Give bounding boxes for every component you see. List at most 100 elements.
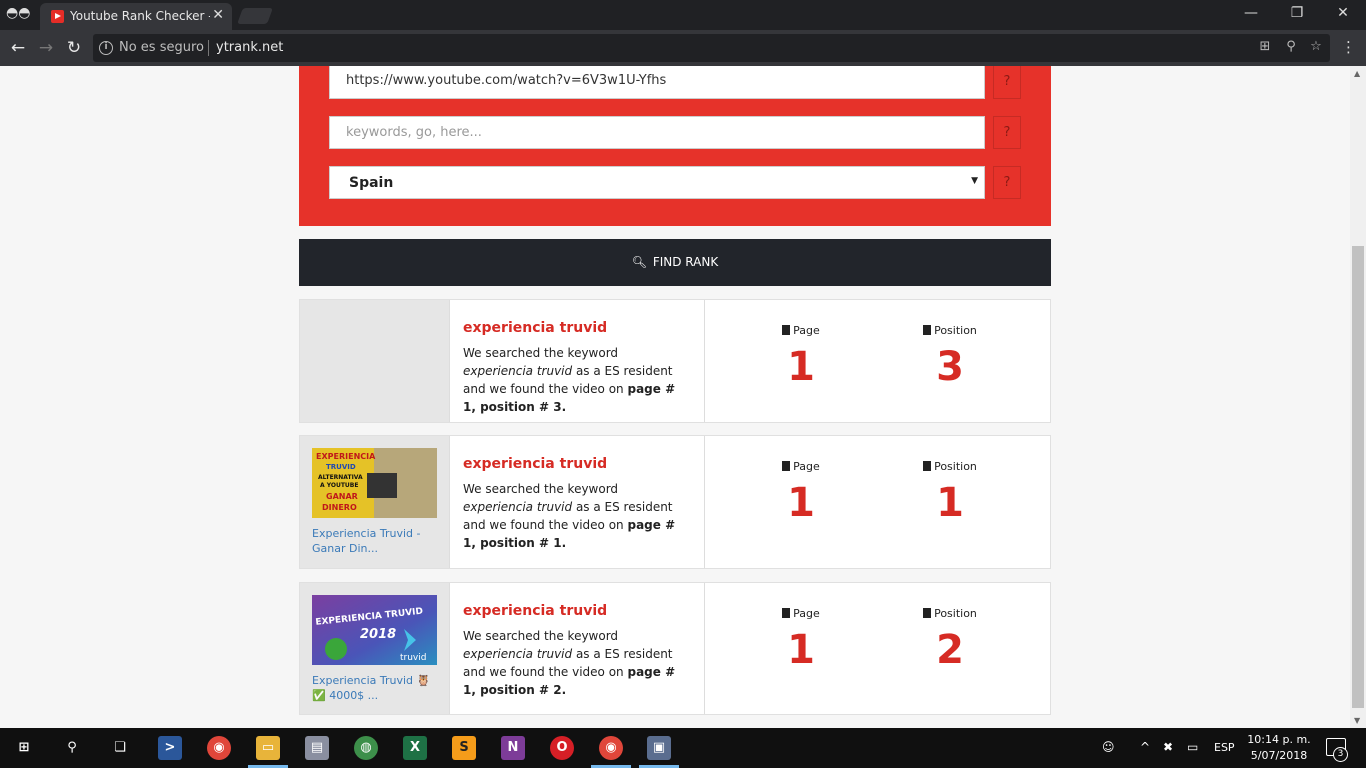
scrollbar-thumb[interactable] [1352,246,1364,708]
result-stats: Page 1 Position 3 [705,300,1051,422]
video-url-help-button[interactable]: ? [993,66,1021,99]
thumbnail-text: EXPERIENCIA [316,452,376,461]
page-scrollbar[interactable]: ▲ ▼ [1350,66,1366,728]
result-keyword-title: experiencia truvid [463,603,608,619]
search-icon[interactable]: ⚲ [60,736,84,760]
task-view-icon[interactable]: ❏ [108,736,132,760]
result-card: EXPERIENCIA TRUVID 2018 truvid Experienc… [299,582,1051,715]
incognito-icon: ◓◓ [6,5,31,21]
document-icon [782,608,791,618]
position-stat: Position 2 [890,607,1010,674]
country-help-button[interactable]: ? [993,166,1021,199]
people-icon[interactable]: ☺ [1102,740,1115,754]
clock-time: 10:14 p. m. [1247,733,1311,746]
globe-app-icon[interactable]: ◍ [354,736,378,760]
video-thumbnail[interactable]: EXPERIENCIA TRUVID 2018 truvid [312,595,437,665]
restore-icon[interactable]: ❐ [1277,5,1317,21]
thumbnail-text: 2018 [360,627,396,642]
new-tab-button[interactable] [237,8,273,24]
bookmark-icon [923,461,932,471]
zoom-icon[interactable]: ⚲ [1282,39,1300,54]
windows-taskbar: ⊞ ⚲ ❏ > ◉ ▭ ▤ ◍ X S N O ◉ ▣ ☺ ^ ✖ ▭ ESP … [0,728,1366,768]
forward-arrow-icon[interactable]: → [35,37,57,59]
onenote-icon[interactable]: N [501,736,525,760]
country-select[interactable]: Spain ▼ [329,166,985,199]
result-card: experiencia truvid We searched the keywo… [299,299,1051,423]
video-url-input[interactable]: https://www.youtube.com/watch?v=6V3w1U-Y… [329,66,985,99]
position-number: 2 [936,627,964,673]
search-form: https://www.youtube.com/watch?v=6V3w1U-Y… [299,66,1051,226]
page-content: https://www.youtube.com/watch?v=6V3w1U-Y… [0,66,1350,728]
address-bar[interactable]: i No es seguro ytrank.net ⊞ ⚲ ☆ [93,34,1330,62]
result-description: We searched the keyword experiencia truv… [463,482,676,550]
scroll-down-arrow-icon[interactable]: ▼ [1354,716,1360,725]
browser-toolbar: ← → ↻ i No es seguro ytrank.net ⊞ ⚲ ☆ ⋮ [0,30,1366,66]
find-rank-label: FIND RANK [652,255,719,269]
document-icon [782,461,791,471]
info-icon[interactable]: i [99,41,113,55]
powershell-icon[interactable]: > [158,736,182,760]
thumbnail-text: truvid [400,653,426,663]
chrome-incognito-icon[interactable]: ◉ [599,736,623,760]
minimize-icon[interactable]: — [1231,5,1271,21]
bookmark-icon [923,325,932,335]
browser-menu-icon[interactable]: ⋮ [1341,38,1356,56]
language-indicator[interactable]: ESP [1214,741,1235,754]
remote-desktop-icon[interactable]: ▣ [647,736,671,760]
document-icon [782,325,791,335]
thumbnail-text: A YOUTUBE [320,482,358,489]
result-stats: Page 1 Position 2 [705,583,1051,714]
tray-app-icon[interactable]: ✖ [1163,740,1173,754]
result-info: experiencia truvid We searched the keywo… [450,300,705,422]
thumbnail-text: GANAR [326,492,358,501]
video-thumbnail[interactable]: EXPERIENCIA TRUVID ALTERNATIVA A YOUTUBE… [312,448,437,518]
page-stat: Page 1 [741,460,861,527]
security-label: No es seguro [119,40,204,55]
result-keyword-title: experiencia truvid [463,320,608,336]
browser-tab-active[interactable]: Youtube Rank Checker - F ✕ [40,3,232,30]
result-keyword-title: experiencia truvid [463,456,608,472]
bookmark-icon [923,608,932,618]
file-explorer-icon[interactable]: ▭ [256,736,280,760]
find-rank-button[interactable]: 🔍︎ FIND RANK [299,239,1051,286]
page-number: 1 [787,344,815,390]
tab-title: Youtube Rank Checker - F [70,9,210,23]
position-number: 1 [936,480,964,526]
country-selected-value: Spain [349,175,394,191]
search-icon: 🔍︎ [631,255,647,269]
excel-icon[interactable]: X [403,736,427,760]
page-stat: Page 1 [741,324,861,391]
bookmark-star-icon[interactable]: ☆ [1307,39,1325,54]
youtube-favicon-icon [51,10,64,23]
tab-close-icon[interactable]: ✕ [212,7,224,23]
reload-icon[interactable]: ↻ [63,37,85,59]
result-thumbnail-column [300,300,450,422]
position-stat: Position 3 [890,324,1010,391]
result-description: We searched the keyword experiencia truv… [463,346,676,414]
result-stats: Page 1 Position 1 [705,436,1051,568]
close-window-icon[interactable]: ✕ [1323,5,1363,21]
video-title-link[interactable]: Experiencia Truvid - Ganar Din... [312,526,440,556]
clock-date: 5/07/2018 [1250,749,1308,762]
windows-start-icon[interactable]: ⊞ [12,736,36,760]
chrome-icon[interactable]: ◉ [207,736,231,760]
result-info: experiencia truvid We searched the keywo… [450,436,705,568]
sublime-text-icon[interactable]: S [452,736,476,760]
page-stat: Page 1 [741,607,861,674]
result-info: experiencia truvid We searched the keywo… [450,583,705,714]
scroll-up-arrow-icon[interactable]: ▲ [1354,69,1360,78]
video-title-link[interactable]: Experiencia Truvid 🦉 ✅ 4000$ ... [312,673,440,703]
translate-icon[interactable]: ⊞ [1256,39,1274,54]
page-number: 1 [787,627,815,673]
back-arrow-icon[interactable]: ← [7,37,29,59]
opera-icon[interactable]: O [550,736,574,760]
thumbnail-text: ALTERNATIVA [318,474,363,481]
network-icon[interactable]: ▭ [1187,740,1198,754]
keywords-input[interactable]: keywords, go, here... [329,116,985,149]
taskbar-clock[interactable]: 10:14 p. m. 5/07/2018 [1246,732,1312,764]
keywords-help-button[interactable]: ? [993,116,1021,149]
dropdown-caret-icon: ▼ [971,176,978,186]
url-text[interactable]: ytrank.net [216,40,283,55]
document-app-icon[interactable]: ▤ [305,736,329,760]
tray-chevron-up-icon[interactable]: ^ [1140,740,1150,754]
